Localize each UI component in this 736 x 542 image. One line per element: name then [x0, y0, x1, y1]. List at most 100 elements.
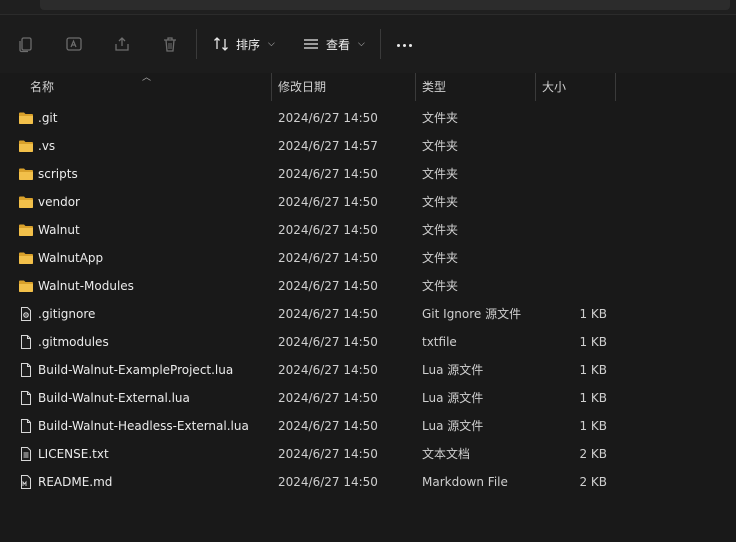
file-row[interactable]: Walnut-Modules 2024/6/27 14:50 文件夹 [0, 272, 736, 300]
file-list: .git 2024/6/27 14:50 文件夹 .vs 2024/6/27 14:57… [0, 104, 736, 496]
file-size: 1 KB [579, 419, 607, 433]
file-size: 2 KB [579, 475, 607, 489]
column-modified[interactable]: 修改日期 [278, 73, 326, 101]
folder-icon [18, 110, 34, 126]
file-modified-date: 2024/6/27 14:50 [278, 391, 378, 405]
view-label: 查看 [326, 37, 351, 52]
file-name: vendor [38, 195, 80, 209]
file-row[interactable]: WalnutApp 2024/6/27 14:50 文件夹 [0, 244, 736, 272]
file-modified-date: 2024/6/27 14:50 [278, 195, 378, 209]
file-row[interactable]: Walnut 2024/6/27 14:50 文件夹 [0, 216, 736, 244]
file-modified-date: 2024/6/27 14:50 [278, 279, 378, 293]
file-row[interactable]: Build-Walnut-Headless-External.lua 2024/6… [0, 412, 736, 440]
column-name[interactable]: 名称 [30, 73, 54, 101]
chevron-down-icon: ⌵ [358, 39, 365, 49]
file-icon [18, 362, 34, 378]
folder-icon [18, 138, 34, 154]
file-row[interactable]: vendor 2024/6/27 14:50 文件夹 [0, 188, 736, 216]
file-row[interactable]: .vs 2024/6/27 14:57 文件夹 [0, 132, 736, 160]
file-name: Build-Walnut-ExampleProject.lua [38, 363, 234, 377]
file-modified-date: 2024/6/27 14:50 [278, 111, 378, 125]
column-divider[interactable] [615, 73, 616, 101]
folder-icon [18, 166, 34, 182]
share-icon[interactable] [112, 34, 132, 54]
file-row[interactable]: Build-Walnut-ExampleProject.lua 2024/6/27… [0, 356, 736, 384]
file-type: Lua 源文件 [422, 419, 484, 433]
file-type: Git Ignore 源文件 [422, 307, 522, 321]
file-modified-date: 2024/6/27 14:50 [278, 223, 378, 237]
rename-icon[interactable] [64, 34, 84, 54]
file-modified-date: 2024/6/27 14:57 [278, 139, 378, 153]
copy-icon[interactable] [16, 34, 36, 54]
file-type: 文件夹 [422, 139, 459, 153]
file-type: 文件夹 [422, 251, 459, 265]
file-row[interactable]: .git 2024/6/27 14:50 文件夹 [0, 104, 736, 132]
file-type: txtfile [422, 335, 457, 349]
file-modified-date: 2024/6/27 14:50 [278, 475, 378, 489]
file-name: README.md [38, 475, 113, 489]
column-type[interactable]: 类型 [422, 73, 446, 101]
file-size: 1 KB [579, 391, 607, 405]
file-name: WalnutApp [38, 251, 104, 265]
sort-icon [214, 37, 228, 51]
column-divider[interactable] [415, 73, 416, 101]
column-divider[interactable] [271, 73, 272, 101]
file-size: 2 KB [579, 447, 607, 461]
file-row[interactable]: Build-Walnut-External.lua 2024/6/27 14:50… [0, 384, 736, 412]
toolbar-divider [380, 29, 381, 59]
file-name: LICENSE.txt [38, 447, 109, 461]
sort-label: 排序 [236, 37, 261, 52]
sort-ascending-icon: ︿ [142, 73, 152, 83]
text-file-icon [18, 446, 34, 462]
file-row[interactable]: LICENSE.txt 2024/6/27 14:50 文本文档 2 KB [0, 440, 736, 468]
file-type: 文件夹 [422, 167, 459, 181]
file-row[interactable]: .gitmodules 2024/6/27 14:50 txtfile 1 KB [0, 328, 736, 356]
file-modified-date: 2024/6/27 14:50 [278, 363, 378, 377]
view-list-icon [304, 39, 318, 49]
column-size[interactable]: 大小 [542, 73, 566, 101]
folder-icon [18, 278, 34, 294]
folder-icon [18, 194, 34, 210]
toolbar-divider [196, 29, 197, 59]
address-bar-strip [0, 0, 736, 15]
file-row[interactable]: scripts 2024/6/27 14:50 文件夹 [0, 160, 736, 188]
file-icon [18, 334, 34, 350]
file-type: 文件夹 [422, 111, 459, 125]
file-size: 1 KB [579, 335, 607, 349]
file-type: Lua 源文件 [422, 391, 484, 405]
folder-icon [18, 222, 34, 238]
file-icon [18, 390, 34, 406]
file-type: 文本文档 [422, 447, 471, 461]
file-name: Walnut-Modules [38, 279, 134, 293]
delete-icon[interactable] [160, 34, 180, 54]
file-modified-date: 2024/6/27 14:50 [278, 419, 378, 433]
file-type: 文件夹 [422, 279, 459, 293]
file-name: Build-Walnut-Headless-External.lua [38, 419, 249, 433]
file-name: scripts [38, 167, 78, 181]
file-name: .gitignore [38, 307, 96, 321]
column-header: ︿ 名称 修改日期 类型 大小 [0, 73, 736, 101]
file-name: .vs [38, 139, 56, 153]
file-row[interactable]: .gitignore 2024/6/27 14:50 Git Ignore 源文件 1… [0, 300, 736, 328]
file-modified-date: 2024/6/27 14:50 [278, 335, 378, 349]
file-name: .git [38, 111, 58, 125]
view-button[interactable]: 查看 ⌵ [302, 32, 365, 56]
markdown-file-icon [18, 474, 34, 490]
column-divider[interactable] [535, 73, 536, 101]
chevron-down-icon: ⌵ [268, 39, 275, 49]
more-options-icon[interactable] [392, 35, 416, 55]
file-type: 文件夹 [422, 223, 459, 237]
file-name: Build-Walnut-External.lua [38, 391, 190, 405]
file-modified-date: 2024/6/27 14:50 [278, 251, 378, 265]
file-icon [18, 418, 34, 434]
file-type: Lua 源文件 [422, 363, 484, 377]
sort-button[interactable]: 排序 ⌵ [212, 32, 275, 56]
address-bar[interactable] [40, 0, 730, 10]
command-bar: 排序 ⌵ 查看 ⌵ [0, 15, 736, 73]
file-size: 1 KB [579, 307, 607, 321]
settings-file-icon [18, 306, 34, 322]
file-row[interactable]: README.md 2024/6/27 14:50 Markdown File 2 K… [0, 468, 736, 496]
file-type: Markdown File [422, 475, 508, 489]
file-size: 1 KB [579, 363, 607, 377]
folder-icon [18, 250, 34, 266]
